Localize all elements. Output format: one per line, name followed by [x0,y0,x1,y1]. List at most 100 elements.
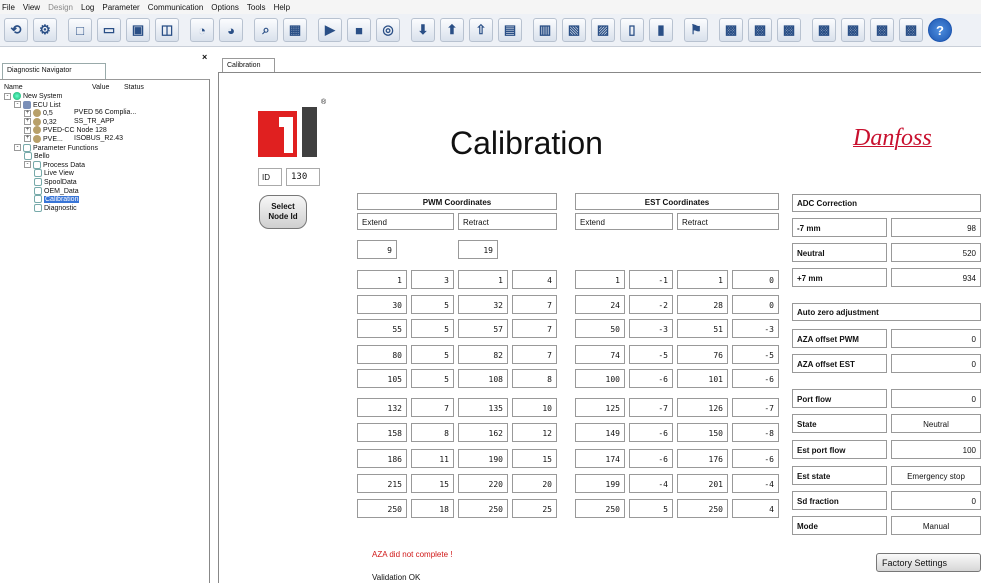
menu-help[interactable]: Help [274,3,290,12]
capture-icon[interactable]: ◎ [376,18,400,42]
chip-f-icon[interactable]: ▩ [870,18,894,42]
menu-log[interactable]: Log [81,3,94,12]
stop-icon[interactable]: ■ [347,18,371,42]
est-cell[interactable]: 149 [575,423,625,442]
est-cell[interactable]: 201 [677,474,728,493]
est-cell[interactable]: 174 [575,449,625,468]
window-icon[interactable]: ◫ [155,18,179,42]
est-cell[interactable]: 250 [575,499,625,518]
pwm-cell[interactable]: 30 [357,295,407,314]
est-cell[interactable]: 199 [575,474,625,493]
pwm-cell[interactable]: 250 [458,499,508,518]
doc-save-icon[interactable]: ▧ [562,18,586,42]
tree-item[interactable]: +0,5 PVED 56 Complia... [0,109,209,118]
chip-e-icon[interactable]: ▩ [841,18,865,42]
pwm-retract-value[interactable]: 19 [458,240,498,259]
est-cell[interactable]: -7 [629,398,673,417]
pwm-cell[interactable]: 108 [458,369,508,388]
aza-0-value[interactable]: 0 [891,329,981,348]
est-cell[interactable]: -6 [732,369,779,388]
pwm-cell[interactable]: 5 [411,345,454,364]
factory-settings-button[interactable]: Factory Settings [876,553,981,572]
est-cell[interactable]: 0 [732,295,779,314]
tree-item[interactable]: OEM_Data [0,186,209,196]
pwm-cell[interactable]: 186 [357,449,407,468]
upload-all-icon[interactable]: ⇧ [469,18,493,42]
collapse-icon[interactable]: - [14,101,21,109]
tree-item[interactable]: Bello [0,152,209,161]
collapse-icon[interactable]: - [24,161,31,169]
pwm-cell[interactable]: 18 [411,499,454,518]
est-cell[interactable]: 250 [677,499,728,518]
pwm-cell[interactable]: 80 [357,345,407,364]
est-cell[interactable]: 176 [677,449,728,468]
status-mode-value[interactable]: Manual [891,516,981,535]
pwm-cell[interactable]: 8 [411,423,454,442]
status-port-flow-value[interactable]: 0 [891,389,981,408]
est-cell[interactable]: 126 [677,398,728,417]
est-cell[interactable]: -5 [732,345,779,364]
help-icon[interactable]: ? [928,18,952,42]
pwm-cell[interactable]: 190 [458,449,508,468]
id-input[interactable]: 130 [286,168,320,186]
tree-item[interactable]: SpoolData [0,177,209,187]
select-node-id-button[interactable]: Select Node Id [259,195,307,229]
pwm-cell[interactable]: 57 [458,319,508,338]
adc-1-value[interactable]: 520 [891,243,981,262]
chip-a-icon[interactable]: ▩ [719,18,743,42]
est-cell[interactable]: -4 [629,474,673,493]
menu-design[interactable]: Design [48,3,73,12]
pwm-cell[interactable]: 7 [512,319,557,338]
pwm-cell[interactable]: 55 [357,319,407,338]
pwm-cell[interactable]: 7 [411,398,454,417]
est-cell[interactable]: -7 [732,398,779,417]
chip-d-icon[interactable]: ▩ [812,18,836,42]
pwm-cell[interactable]: 250 [357,499,407,518]
est-cell[interactable]: 0 [732,270,779,289]
folder-icon[interactable]: ▭ [97,18,121,42]
menu-tools[interactable]: Tools [247,3,266,12]
est-cell[interactable]: 125 [575,398,625,417]
doc-blank-icon[interactable]: ▯ [620,18,644,42]
est-cell[interactable]: 24 [575,295,625,314]
upload-icon[interactable]: ⬆ [440,18,464,42]
est-cell[interactable]: 74 [575,345,625,364]
pwm-cell[interactable]: 8 [512,369,557,388]
est-cell[interactable]: -6 [629,369,673,388]
new-icon[interactable]: □ [68,18,92,42]
pwm-cell[interactable]: 10 [512,398,557,417]
status-est-state-value[interactable]: Emergency stop [891,466,981,485]
aza-1-value[interactable]: 0 [891,354,981,373]
pwm-cell[interactable]: 158 [357,423,407,442]
est-cell[interactable]: 100 [575,369,625,388]
node-add-icon[interactable]: ◕ [219,18,243,42]
tab-diagnostic-navigator[interactable]: Diagnostic Navigator [2,63,106,80]
pwm-cell[interactable]: 162 [458,423,508,442]
pwm-cell[interactable]: 1 [458,270,508,289]
flag-icon[interactable]: ⚑ [684,18,708,42]
tree-item[interactable]: - Parameter Functions [0,143,209,153]
status-est-port-flow-value[interactable]: 100 [891,440,981,459]
open-icon[interactable]: ⟲ [4,18,28,42]
est-cell[interactable]: -6 [732,449,779,468]
est-cell[interactable]: -2 [629,295,673,314]
pwm-cell[interactable]: 7 [512,295,557,314]
pwm-cell[interactable]: 11 [411,449,454,468]
est-cell[interactable]: 1 [677,270,728,289]
est-cell[interactable]: -6 [629,449,673,468]
adc-2-value[interactable]: 934 [891,268,981,287]
view-icon[interactable]: ▦ [283,18,307,42]
pwm-cell[interactable]: 220 [458,474,508,493]
pwm-cell[interactable]: 135 [458,398,508,417]
est-cell[interactable]: -3 [732,319,779,338]
est-cell[interactable]: 101 [677,369,728,388]
pwm-cell[interactable]: 4 [512,270,557,289]
doc-export-icon[interactable]: ▨ [591,18,615,42]
tree-item[interactable]: Live View [0,169,209,178]
pwm-cell[interactable]: 25 [512,499,557,518]
chip-g-icon[interactable]: ▩ [899,18,923,42]
tree-item[interactable]: Calibration [0,195,209,204]
pwm-cell[interactable]: 132 [357,398,407,417]
pwm-cell[interactable]: 3 [411,270,454,289]
pwm-extend-value[interactable]: 9 [357,240,397,259]
